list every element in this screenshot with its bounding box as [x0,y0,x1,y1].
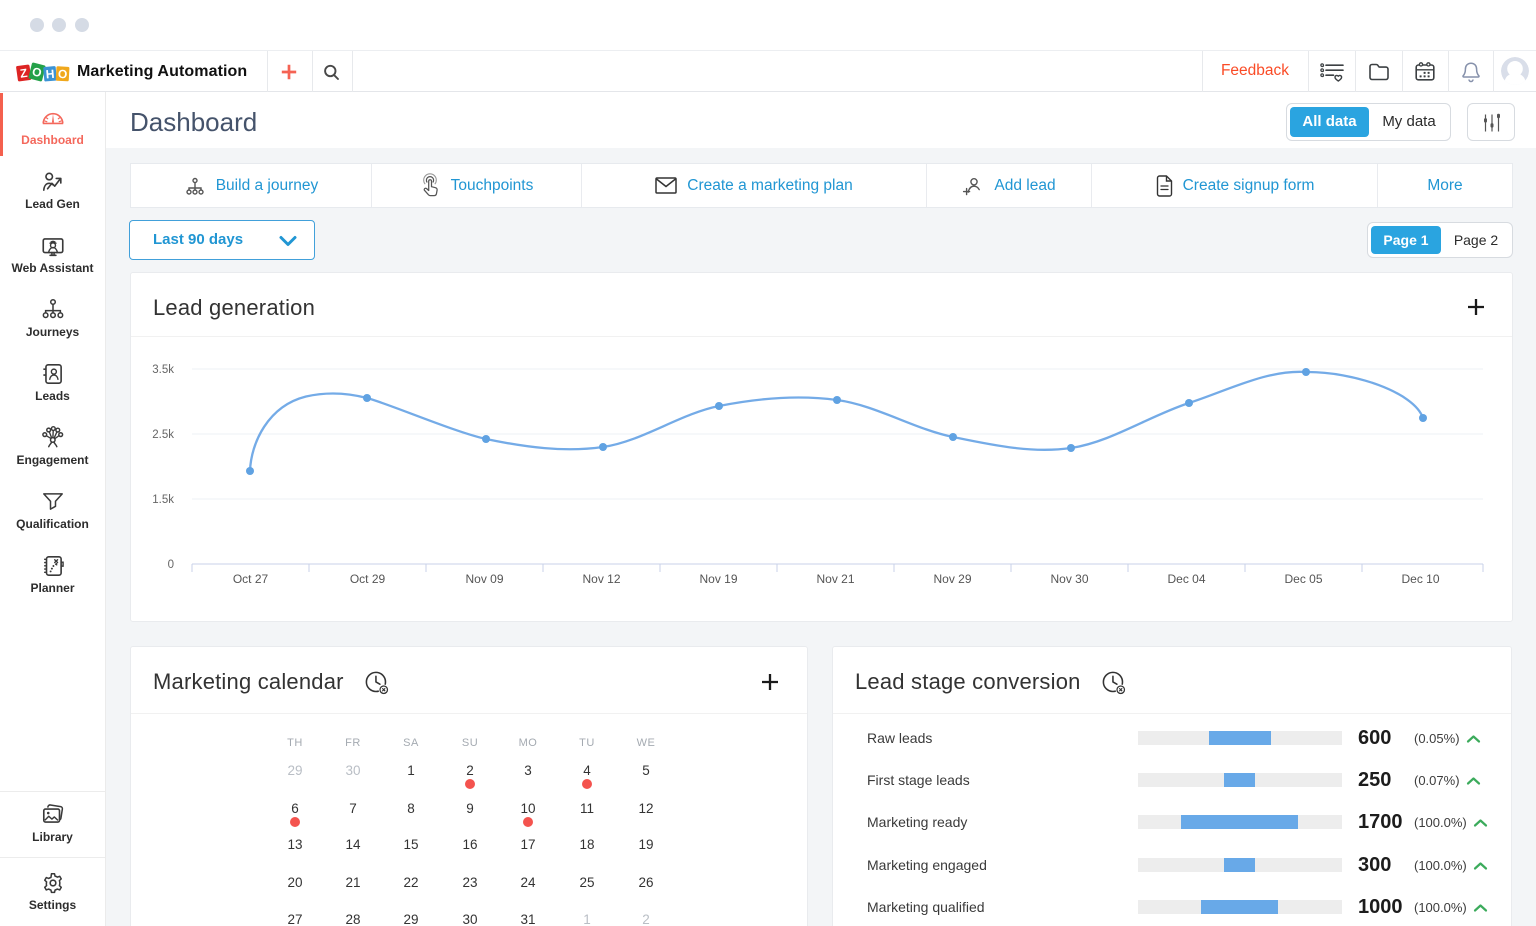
svg-text:Oct 29: Oct 29 [350,572,386,586]
svg-text:3.5k: 3.5k [152,364,174,376]
svg-text:0: 0 [168,559,174,571]
svg-text:Dec 10: Dec 10 [1401,572,1439,586]
svg-text:H: H [45,67,55,82]
svg-text:Nov 12: Nov 12 [582,572,620,586]
svg-text:2.5k: 2.5k [152,429,174,441]
svg-text:Nov 29: Nov 29 [933,572,971,586]
svg-text:Nov 09: Nov 09 [465,572,503,586]
svg-text:Nov 30: Nov 30 [1050,572,1088,586]
svg-text:Nov 21: Nov 21 [816,572,854,586]
svg-text:Oct 27: Oct 27 [233,572,269,586]
svg-text:O: O [58,67,68,81]
svg-text:Nov 19: Nov 19 [699,572,737,586]
svg-text:1.5k: 1.5k [152,494,174,506]
svg-text:Dec 05: Dec 05 [1284,572,1322,586]
svg-text:Dec 04: Dec 04 [1167,572,1205,586]
